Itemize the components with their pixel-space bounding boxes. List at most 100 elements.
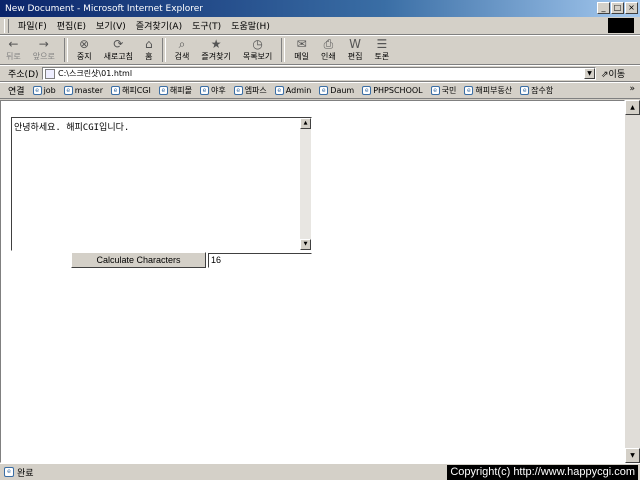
address-bar: 주소(D) C:\스크린샷\01.html ▼ ⇗이동: [0, 65, 640, 82]
ie-link-icon: e: [158, 86, 168, 95]
link-label: 엠파스: [244, 86, 267, 95]
links-bar: 연결 e job e master e 해피CGI e 해피몰 e 야후 e 엠파스 e Admin e Da…: [0, 82, 640, 99]
character-count-field[interactable]: 16: [208, 253, 312, 268]
minimize-button[interactable]: _: [597, 2, 610, 14]
ie-link-icon: e: [274, 86, 284, 95]
scroll-up-icon[interactable]: ▲: [625, 100, 640, 115]
textarea-scroll-down-icon[interactable]: ▼: [300, 239, 311, 250]
toolbar-button-label: 검색: [174, 52, 190, 61]
link-item[interactable]: e 야후: [196, 85, 230, 96]
toolbar-separator: [63, 38, 68, 62]
stop-icon: ⊗: [79, 37, 90, 51]
link-item[interactable]: e 해피몰: [155, 85, 196, 96]
discuss-icon: ☰: [376, 37, 388, 51]
text-input-area[interactable]: 안녕하세요. 해피CGI입니다. ▲ ▼: [11, 117, 312, 251]
link-item[interactable]: e 해피부동산: [460, 85, 516, 96]
scroll-down-icon[interactable]: ▼: [625, 448, 640, 463]
link-label: 해피부동산: [475, 86, 513, 95]
ie-link-icon: e: [233, 86, 243, 95]
print-icon: ⎙: [323, 37, 334, 51]
copyright-banner: Copyright(c) http://www.happycgi.com: [447, 465, 638, 480]
page-scrollbar[interactable]: ▲ ▼: [625, 100, 640, 463]
toolbar-button-label: 즐겨찾기: [201, 52, 231, 61]
link-item[interactable]: e job: [29, 86, 60, 95]
windows-logo-icon: [608, 18, 634, 33]
toolbar-button-label: 중지: [76, 52, 92, 61]
ie-link-icon: e: [430, 86, 440, 95]
menu-bar: 파일(F) 편집(E) 보기(V) 즐겨찾기(A) 도구(T) 도움말(H): [0, 17, 640, 35]
toolbar-button-6[interactable]: ★ 즐겨찾기: [195, 36, 236, 64]
page-icon: [45, 68, 55, 79]
links-label: 연결: [8, 87, 25, 97]
menu-edit[interactable]: 편집(E): [52, 19, 91, 32]
link-item[interactable]: e 국민: [427, 85, 461, 96]
link-item[interactable]: e Daum: [315, 86, 358, 95]
toolbar-button-10[interactable]: W 편집: [342, 36, 369, 64]
menu-file[interactable]: 파일(F): [13, 19, 52, 32]
address-input[interactable]: C:\스크린샷\01.html: [42, 67, 596, 80]
ie-link-icon: e: [520, 86, 530, 95]
refresh-icon: ⟳: [113, 37, 124, 51]
toolbar-button-label: 앞으로: [32, 52, 55, 61]
toolbar-button-label: 뒤로: [6, 52, 21, 61]
link-item[interactable]: e 해피CGI: [107, 85, 155, 96]
toolbar-button-3[interactable]: ⟳ 새로고침: [98, 36, 139, 64]
toolbar-button-label: 새로고침: [103, 52, 134, 61]
toolbar-button-label: 편집: [347, 52, 363, 61]
toolbar-separator: [161, 38, 166, 62]
menu-favorites[interactable]: 즐겨찾기(A): [131, 19, 187, 32]
calculate-characters-button[interactable]: Calculate Characters: [71, 252, 206, 268]
menu-view[interactable]: 보기(V): [91, 19, 131, 32]
link-item[interactable]: e master: [60, 86, 107, 95]
ie-link-icon: e: [110, 86, 120, 95]
title-bar: New Document - Microsoft Internet Explor…: [0, 0, 640, 17]
edit-icon: W: [349, 37, 362, 51]
toolbar-button-1[interactable]: → 앞으로: [27, 36, 61, 64]
toolbar-button-2[interactable]: ⊗ 중지: [71, 36, 98, 64]
toolbar-button-label: 목록보기: [242, 52, 273, 61]
link-label: 해피몰: [169, 86, 192, 95]
page-content: 안녕하세요. 해피CGI입니다. ▲ ▼ Calculate Character…: [0, 100, 625, 463]
toolbar-button-4[interactable]: ⌂ 홈: [139, 36, 159, 64]
toolbar-button-5[interactable]: ⌕ 검색: [169, 36, 196, 64]
toolbar-button-0[interactable]: ← 뒤로: [0, 36, 27, 64]
ie-link-icon: e: [464, 86, 474, 95]
toolbar-button-label: 토론: [374, 52, 390, 61]
toolbar-button-label: 메일: [294, 52, 310, 61]
toolbar-button-11[interactable]: ☰ 토론: [368, 36, 395, 64]
link-label: PHPSCHOOL: [373, 86, 423, 95]
search-icon: ⌕: [178, 37, 186, 51]
address-label: 주소(D): [8, 70, 39, 80]
maximize-button[interactable]: □: [611, 2, 624, 14]
link-label: 야후: [210, 86, 226, 95]
address-dropdown-button[interactable]: ▼: [584, 68, 595, 79]
links-more-chevron-icon[interactable]: »: [629, 84, 635, 94]
go-button[interactable]: ⇗이동: [601, 67, 625, 80]
ie-link-icon: e: [63, 86, 73, 95]
textarea-scroll-up-icon[interactable]: ▲: [300, 118, 311, 129]
status-text: 완료: [17, 468, 34, 479]
textarea-scrollbar[interactable]: ▲ ▼: [300, 118, 311, 250]
forward-arrow-icon: →: [38, 37, 49, 51]
favorites-icon: ★: [210, 37, 222, 51]
menu-help[interactable]: 도움말(H): [226, 19, 275, 32]
link-item[interactable]: e PHPSCHOOL: [358, 86, 426, 95]
history-icon: ◷: [252, 37, 263, 51]
back-arrow-icon: ←: [8, 37, 19, 51]
toolbar-button-8[interactable]: ✉ 메일: [288, 36, 315, 64]
toolbar-button-7[interactable]: ◷ 목록보기: [237, 36, 278, 64]
link-label: Admin: [285, 86, 312, 95]
close-button[interactable]: ×: [625, 2, 638, 14]
link-label: 국민: [441, 86, 457, 95]
menu-tools[interactable]: 도구(T): [187, 19, 226, 32]
ie-link-icon: e: [319, 86, 329, 95]
toolbar-button-9[interactable]: ⎙ 인쇄: [315, 36, 342, 64]
link-item[interactable]: e Admin: [271, 86, 316, 95]
link-label: Daum: [330, 86, 355, 95]
link-item[interactable]: e 엠파스: [230, 85, 271, 96]
mail-icon: ✉: [296, 37, 307, 51]
link-item[interactable]: e 잡수함: [516, 85, 557, 96]
toolbar-separator: [281, 38, 286, 62]
ie-link-icon: e: [32, 86, 42, 95]
link-label: job: [43, 86, 56, 95]
